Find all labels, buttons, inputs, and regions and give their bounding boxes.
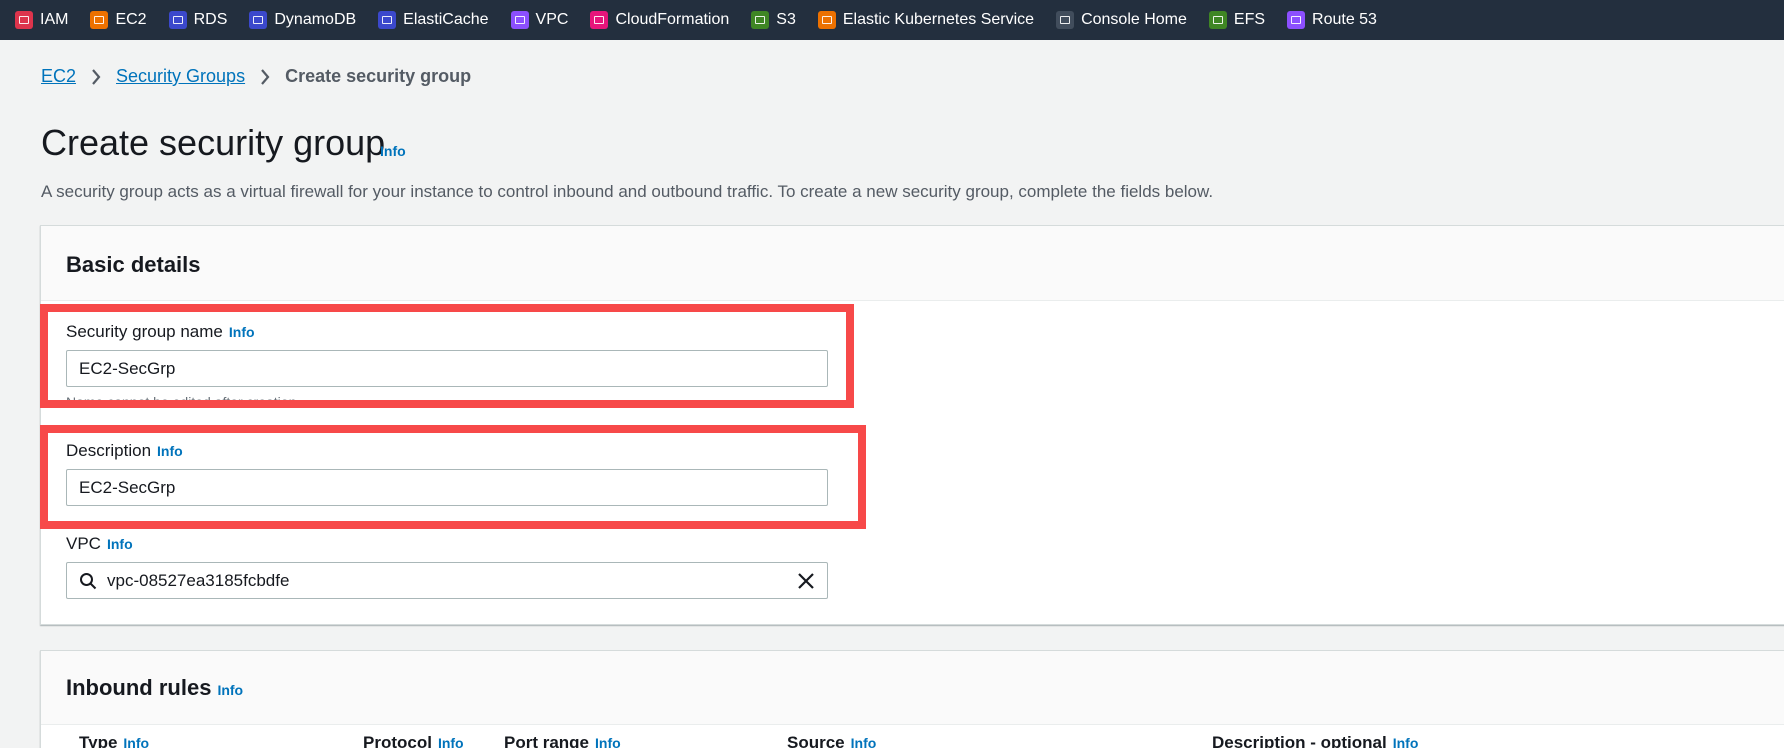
favorite-elasticache[interactable]: ElastiCache (378, 11, 489, 29)
clear-icon[interactable] (797, 572, 815, 590)
basic-details-panel: Basic details Security group nameInfo Na… (40, 225, 1784, 625)
favorite-dynamodb[interactable]: DynamoDB (249, 11, 356, 29)
favorite-efs[interactable]: EFS (1208, 11, 1265, 29)
type-info-link[interactable]: Info (123, 735, 149, 748)
column-header-protocol: Protocol Info (363, 733, 464, 748)
efs-icon (1208, 11, 1227, 29)
inbound-rules-info-link[interactable]: Info (217, 682, 243, 698)
iam-icon (15, 11, 33, 29)
favorite-eks[interactable]: Elastic Kubernetes Service (817, 11, 1034, 29)
favorite-iam[interactable]: IAM (15, 11, 68, 29)
favorite-cloudformation[interactable]: CloudFormation (590, 11, 729, 29)
vpc-info-link[interactable]: Info (107, 536, 133, 552)
console-home-icon (1056, 11, 1075, 29)
description-info-link[interactable]: Info (157, 443, 183, 459)
inbound-rules-heading: Inbound rules Info (66, 675, 244, 700)
breadcrumb: EC2 Security Groups Create security grou… (41, 66, 471, 87)
favorite-ec2[interactable]: EC2 (90, 11, 147, 29)
page-description: A security group acts as a virtual firew… (41, 182, 1214, 201)
name-constraint-text: Name cannot be edited after creation. (66, 394, 301, 410)
security-group-name-input[interactable] (66, 350, 828, 387)
favorite-route53[interactable]: Route 53 (1287, 11, 1377, 29)
column-header-description: Description - optional Info (1212, 733, 1418, 748)
favorite-console-home[interactable]: Console Home (1056, 11, 1187, 29)
chevron-right-icon (90, 68, 102, 86)
protocol-info-link[interactable]: Info (438, 735, 464, 748)
page-title: Create security group (41, 122, 386, 163)
favorite-s3[interactable]: S3 (751, 11, 796, 29)
description-input[interactable] (66, 469, 828, 506)
vpc-select[interactable]: vpc-08527ea3185fcbdfe (66, 562, 828, 599)
port-range-info-link[interactable]: Info (595, 735, 621, 748)
vpc-label: VPC Info (66, 534, 133, 553)
inbound-rules-header: Inbound rules Info (41, 651, 1784, 725)
inbound-rules-panel: Inbound rules Info Type Info Protocol Info … (40, 650, 1784, 748)
basic-details-heading: Basic details (66, 252, 201, 277)
elasticache-icon (378, 11, 397, 29)
vpc-icon (510, 11, 529, 29)
source-info-link[interactable]: Info (851, 735, 877, 748)
title-info-link[interactable]: Info (380, 143, 406, 159)
breadcrumb-security-groups-link[interactable]: Security Groups (116, 66, 245, 87)
search-icon (79, 572, 97, 590)
favorite-vpc[interactable]: VPC (510, 11, 568, 29)
description-column-info-link[interactable]: Info (1393, 735, 1419, 748)
breadcrumb-current: Create security group (285, 66, 472, 86)
column-header-type: Type Info (79, 733, 149, 748)
s3-icon (751, 11, 770, 29)
security-group-name-label: Security group name Info (66, 322, 255, 341)
eks-icon (817, 11, 836, 29)
breadcrumb-ec2-link[interactable]: EC2 (41, 66, 76, 87)
column-header-source: Source Info (787, 733, 876, 748)
basic-details-header: Basic details (41, 226, 1784, 301)
description-label: Description Info (66, 441, 183, 460)
route53-icon (1287, 11, 1306, 29)
favorites-bar: IAM EC2 RDS DynamoDB ElastiCache VPC Clo… (0, 0, 1784, 40)
dynamodb-icon (249, 11, 268, 29)
favorite-rds[interactable]: RDS (168, 11, 227, 29)
ec2-icon (90, 11, 109, 29)
security-group-name-info-link[interactable]: Info (229, 324, 255, 340)
rds-icon (168, 11, 187, 29)
vpc-value: vpc-08527ea3185fcbdfe (107, 570, 290, 590)
column-header-port-range: Port range Info (504, 733, 621, 748)
cloudformation-icon (590, 11, 609, 29)
chevron-right-icon (259, 68, 271, 86)
